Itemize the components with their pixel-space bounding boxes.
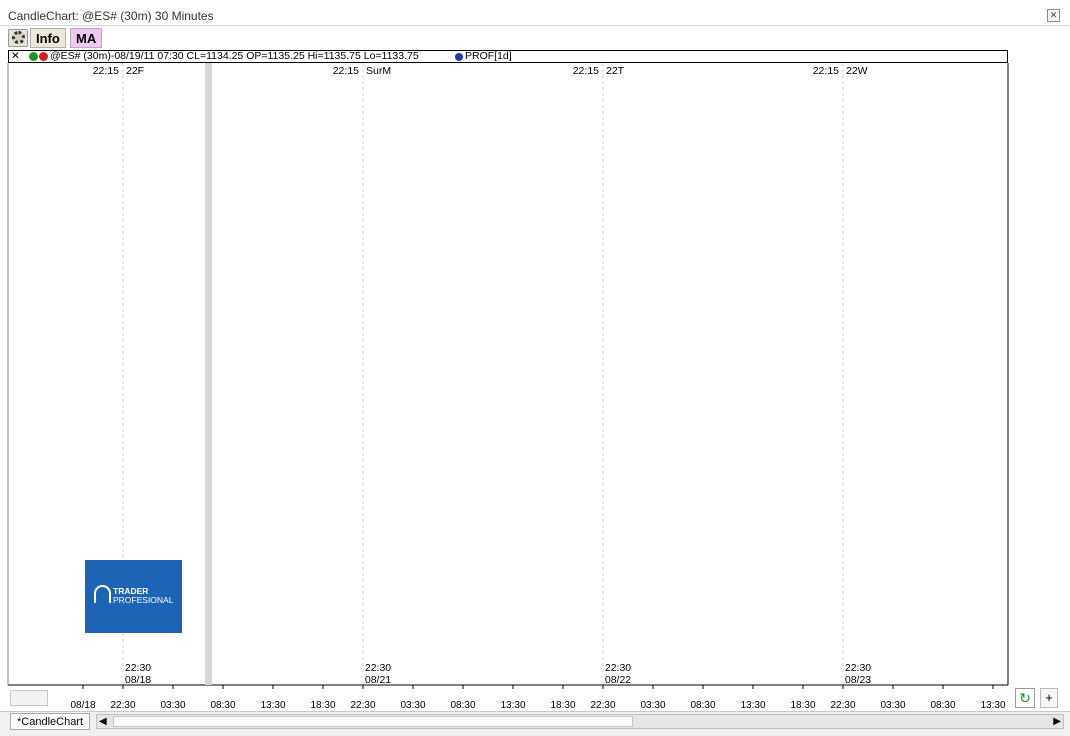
time-tick-label: 13:30	[260, 700, 285, 711]
settings-gear-icon[interactable]	[8, 29, 28, 47]
red-status-dot-icon	[39, 52, 48, 61]
ma-button[interactable]: MA	[70, 28, 103, 48]
session-bottom-date: 08/22	[605, 674, 631, 686]
session-bottom-time: 22:30	[125, 662, 151, 674]
time-axis-scale-box[interactable]	[10, 690, 48, 706]
session-top-day: 22F	[126, 65, 144, 77]
profile-indicator-dot-icon	[455, 53, 463, 61]
symbol-status-line: ✕ @ES# (30m)-08/19/11 07:30 CL=1134.25 O…	[8, 50, 1008, 63]
close-study-icon[interactable]: ✕	[11, 51, 20, 62]
time-tick-label: 08/18	[70, 700, 95, 711]
session-top-day: 22T	[606, 65, 625, 77]
time-tick-label: 08:30	[450, 700, 475, 711]
zoom-in-button[interactable]: +	[1040, 688, 1058, 708]
session-bottom-date: 08/23	[845, 674, 871, 686]
session-bottom-time: 22:30	[605, 662, 631, 674]
time-tick-label: 22:30	[110, 700, 135, 711]
time-tick-label: 08:30	[210, 700, 235, 711]
weekend-gap-bar	[205, 63, 212, 685]
time-tick-label: 22:30	[830, 700, 855, 711]
scroll-left-icon[interactable]: ◀	[99, 715, 107, 728]
session-top-time: 22:15	[573, 65, 599, 77]
trader-profesional-logo: TRADER PROFESIONAL	[85, 560, 182, 633]
time-tick-label: 13:30	[980, 700, 1005, 711]
session-top-time: 22:15	[93, 65, 119, 77]
tab-candlechart[interactable]: *CandleChart	[10, 713, 91, 730]
session-top-time: 22:15	[333, 65, 359, 77]
bar-ohlc-readout: @ES# (30m)-08/19/11 07:30 CL=1134.25 OP=…	[50, 50, 419, 62]
time-tick-label: 08:30	[930, 700, 955, 711]
time-tick-label: 03:30	[400, 700, 425, 711]
info-button[interactable]: Info	[30, 28, 66, 48]
time-tick-label: 18:30	[790, 700, 815, 711]
close-icon[interactable]: ✕	[1047, 9, 1060, 22]
scroll-right-icon[interactable]: ▶	[1053, 715, 1061, 728]
window-title: CandleChart: @ES# (30m) 30 Minutes	[8, 9, 214, 23]
time-tick-label: 03:30	[640, 700, 665, 711]
profile-study-label[interactable]: PROF[1d]	[465, 51, 512, 62]
session-top-time: 22:15	[813, 65, 839, 77]
bottom-bar: *CandleChart ◀ ▶	[0, 711, 1070, 736]
time-tick-label: 18:30	[550, 700, 575, 711]
refresh-icon[interactable]: ↻	[1015, 688, 1035, 708]
time-tick-label: 22:30	[590, 700, 615, 711]
session-bottom-time: 22:30	[845, 662, 871, 674]
time-tick-label: 13:30	[740, 700, 765, 711]
session-top-day: 22W	[846, 65, 868, 77]
session-bottom-date: 08/21	[365, 674, 391, 686]
time-tick-label: 08:30	[690, 700, 715, 711]
window-title-bar: CandleChart: @ES# (30m) 30 Minutes ✕	[0, 0, 1070, 26]
logo-arch-icon	[94, 585, 111, 603]
scrollbar-thumb[interactable]	[113, 716, 633, 727]
horizontal-scrollbar[interactable]: ◀ ▶	[96, 714, 1064, 729]
time-tick-label: 13:30	[500, 700, 525, 711]
session-top-day: SurM	[366, 65, 391, 77]
logo-line-2: PROFESIONAL	[113, 595, 174, 605]
session-bottom-time: 22:30	[365, 662, 391, 674]
session-bottom-date: 08/18	[125, 674, 151, 686]
time-tick-label: 18:30	[310, 700, 335, 711]
green-status-dot-icon	[29, 52, 38, 61]
time-tick-label: 03:30	[160, 700, 185, 711]
time-tick-label: 22:30	[350, 700, 375, 711]
time-tick-label: 03:30	[880, 700, 905, 711]
